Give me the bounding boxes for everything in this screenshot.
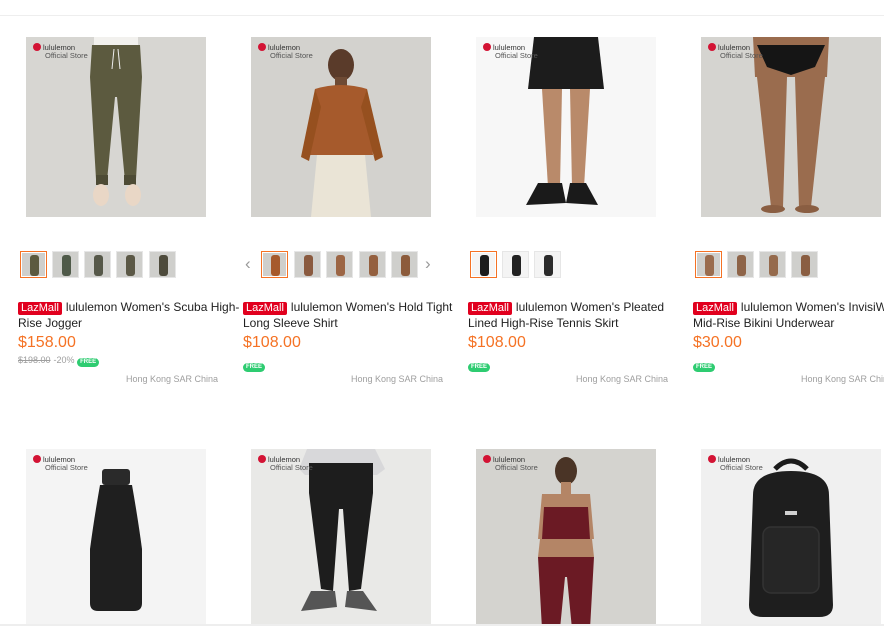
product-image[interactable]: lululemon Official Store [476, 37, 656, 217]
swatch-thumb[interactable] [534, 251, 561, 278]
chevron-right-icon[interactable]: › [425, 255, 431, 273]
product-title[interactable]: LazMall lululemon Women's Scuba High-Rise… [18, 300, 240, 331]
product-image[interactable]: lululemon Official Store [701, 449, 881, 625]
swatch-thumb[interactable] [359, 251, 386, 278]
swatch-thumb[interactable] [727, 251, 754, 278]
product-image[interactable]: lululemon Official Store [701, 37, 881, 217]
free-shipping-badge: FREE [77, 358, 100, 367]
swatch-thumb[interactable] [52, 251, 79, 278]
product-image[interactable]: lululemon Official Store [26, 37, 206, 217]
lululemon-logo-icon [33, 455, 41, 463]
free-shipping-badge: FREE [693, 363, 716, 372]
color-swatches [20, 251, 230, 279]
store-brand: lululemon Official Store [708, 455, 763, 472]
store-brand: lululemon Official Store [708, 43, 763, 60]
product-price: $108.00 [468, 334, 526, 351]
swatch-thumb[interactable] [149, 251, 176, 278]
store-brand: lululemon Official Store [33, 455, 88, 472]
free-shipping-badge: FREE [468, 363, 491, 372]
swatch-thumb[interactable] [502, 251, 529, 278]
lululemon-logo-icon [483, 43, 491, 51]
lazmall-badge: LazMall [18, 302, 62, 315]
lazmall-badge: LazMall [693, 302, 737, 315]
lululemon-logo-icon [258, 43, 266, 51]
store-brand: lululemon Official Store [258, 43, 313, 60]
lululemon-logo-icon [33, 43, 41, 51]
swatch-thumb[interactable] [261, 251, 288, 278]
lululemon-logo-icon [708, 43, 716, 51]
lululemon-logo-icon [483, 455, 491, 463]
product-location: Hong Kong SAR China [126, 374, 219, 384]
color-swatches [695, 251, 884, 279]
product-title[interactable]: LazMall lululemon Women's Pleated Lined H… [468, 300, 690, 331]
top-divider [0, 15, 884, 16]
swatch-thumb[interactable] [391, 251, 418, 278]
store-brand: lululemon Official Store [258, 455, 313, 472]
product-image[interactable]: lululemon Official Store [251, 449, 431, 625]
swatch-thumb[interactable] [791, 251, 818, 278]
swatch-thumb[interactable] [470, 251, 497, 278]
chevron-left-icon[interactable]: ‹ [245, 255, 251, 273]
store-brand: lululemon Official Store [483, 43, 538, 60]
product-title[interactable]: LazMall lululemon Women's Hold Tight Long… [243, 300, 465, 331]
swatch-thumb[interactable] [759, 251, 786, 278]
lazmall-badge: LazMall [468, 302, 512, 315]
product-location: Hong Kong SAR China [801, 374, 884, 384]
swatch-thumb[interactable] [294, 251, 321, 278]
store-brand: lululemon Official Store [33, 43, 88, 60]
product-title[interactable]: LazMalllululemon Women's InvisiWear Mid-… [693, 300, 884, 331]
color-swatches [470, 251, 680, 279]
swatch-thumb[interactable] [695, 251, 722, 278]
original-price: $198.00 -20% FREE [18, 355, 100, 367]
lululemon-logo-icon [708, 455, 716, 463]
store-brand: lululemon Official Store [483, 455, 538, 472]
product-price: $108.00 [243, 334, 301, 351]
color-swatches: ‹ › [245, 251, 455, 279]
swatch-thumb[interactable] [20, 251, 47, 278]
product-location: Hong Kong SAR China [576, 374, 669, 384]
lazmall-badge: LazMall [243, 302, 287, 315]
swatch-thumb[interactable] [326, 251, 353, 278]
free-shipping-badge: FREE [243, 363, 266, 372]
product-location: Hong Kong SAR China [351, 374, 444, 384]
product-image[interactable]: lululemon Official Store [26, 449, 206, 625]
product-price: $30.00 [693, 334, 742, 351]
product-image[interactable]: lululemon Official Store [476, 449, 656, 625]
product-image[interactable]: lululemon Official Store [251, 37, 431, 217]
swatch-thumb[interactable] [116, 251, 143, 278]
product-price: $158.00 [18, 334, 76, 351]
swatch-thumb[interactable] [84, 251, 111, 278]
lululemon-logo-icon [258, 455, 266, 463]
